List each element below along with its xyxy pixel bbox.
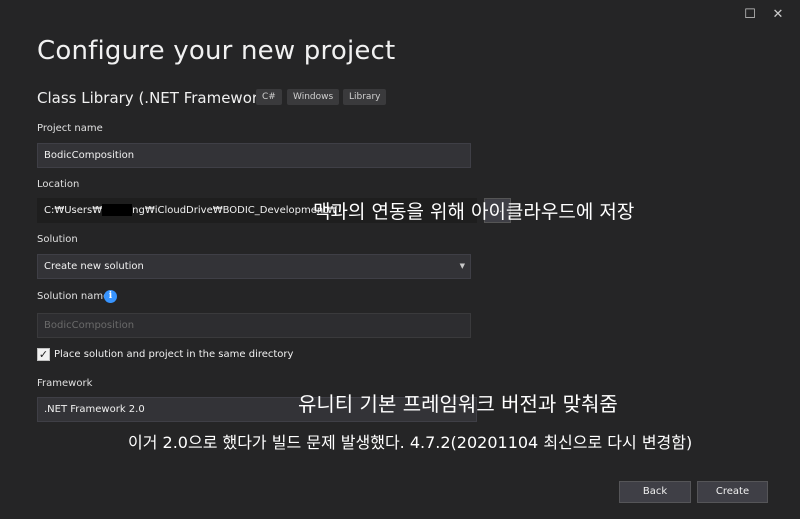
tag-project-type: Library — [343, 89, 387, 105]
framework-annotation-2: 이거 2.0으로 했다가 빌드 문제 발생했다. 4.7.2(20201104 … — [128, 433, 693, 452]
solution-name-label: Solution name — [37, 291, 110, 302]
solution-label: Solution — [37, 234, 78, 245]
project-name-input[interactable]: BodicComposition — [37, 143, 471, 168]
info-icon[interactable]: i — [104, 290, 117, 303]
solution-name-input: BodicComposition — [37, 313, 471, 338]
framework-annotation: 유니티 기본 프레임워크 버전과 맞춰줌 — [298, 392, 618, 416]
redaction-block — [102, 204, 133, 216]
solution-value: Create new solution — [44, 261, 144, 272]
location-path-end: ng₩iCloudDrive₩BODIC_Development₩ — [132, 205, 337, 216]
create-button[interactable]: Create — [697, 481, 768, 503]
location-label: Location — [37, 179, 80, 190]
chevron-down-icon: ▼ — [459, 262, 465, 270]
close-icon[interactable]: ✕ — [767, 4, 789, 26]
same-directory-checkbox[interactable]: ✓ — [37, 348, 50, 361]
project-name-label: Project name — [37, 123, 103, 134]
page-title: Configure your new project — [37, 36, 396, 66]
framework-label: Framework — [37, 378, 93, 389]
location-annotation: 맥과의 연동을 위해 아이클라우드에 저장 — [313, 201, 635, 223]
back-button[interactable]: Back — [619, 481, 691, 503]
solution-dropdown[interactable]: Create new solution ▼ — [37, 254, 471, 279]
maximize-icon[interactable]: ☐ — [739, 4, 761, 26]
same-directory-label[interactable]: Place solution and project in the same d… — [54, 349, 293, 360]
tag-platform: Windows — [287, 89, 340, 105]
location-path-start: C:₩Users₩ — [44, 205, 103, 216]
tag-language: C# — [256, 89, 282, 105]
template-name: Class Library (.NET Framework) — [37, 89, 273, 107]
